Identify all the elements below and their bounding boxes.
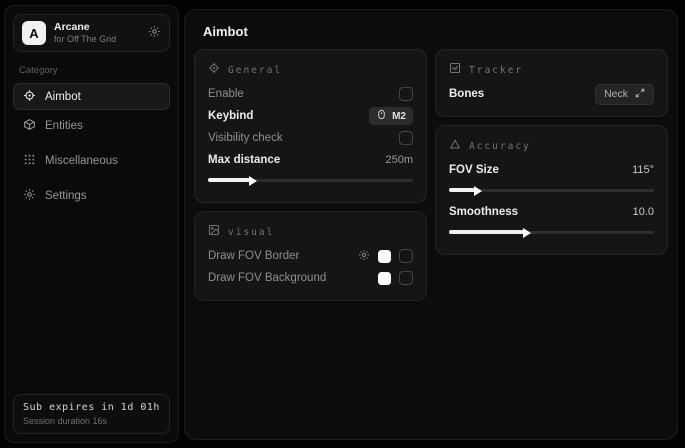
tracker-card: Tracker Bones Neck [435,49,668,117]
subscription-info: Sub expires in 1d 01h Session duration 1… [13,394,170,434]
card-title: visual [228,227,274,238]
bones-label: Bones [449,88,484,100]
triangle-icon [449,137,461,155]
slider-fill [449,188,476,192]
activity-chart-icon [449,61,461,79]
draw-fov-background-label: Draw FOV Background [208,272,326,284]
draw-fov-background-row: Draw FOV Background [208,267,413,289]
fov-border-settings-button[interactable] [358,249,370,264]
visibility-check-checkbox[interactable] [399,131,413,145]
visibility-check-label: Visibility check [208,132,283,144]
cube-icon [23,118,36,134]
smoothness-value: 10.0 [633,206,654,218]
sidebar-item-aimbot[interactable]: Aimbot [13,83,170,110]
dots-grid-icon [23,153,36,169]
page-title: Aimbot [185,10,677,49]
sidebar-item-label: Aimbot [45,91,81,103]
fov-size-slider[interactable] [449,185,654,195]
app-subtitle: for Off The Grid [54,34,140,45]
sidebar-item-miscellaneous[interactable]: Miscellaneous [13,147,170,174]
brand-header: A Arcane for Off The Grid [13,14,170,52]
sidebar: A Arcane for Off The Grid Category Aimbo… [4,5,179,443]
visibility-check-row: Visibility check [208,127,413,149]
slider-thumb[interactable] [474,186,482,196]
draw-fov-border-label: Draw FOV Border [208,250,299,262]
gear-icon [358,249,370,264]
enable-checkbox[interactable] [399,87,413,101]
max-distance-slider[interactable] [208,175,413,185]
fov-size-row: FOV Size 115° [449,159,654,181]
slider-thumb[interactable] [523,228,531,238]
keybind-label: Keybind [208,110,253,122]
fov-size-label: FOV Size [449,164,499,176]
accuracy-card: Accuracy FOV Size 115° Smoothness 10.0 [435,125,668,255]
app-name: Arcane [54,21,140,34]
bones-value: Neck [604,88,628,100]
keybind-value: M2 [392,111,406,122]
fov-border-color-swatch[interactable] [378,250,391,263]
bones-row: Bones Neck [449,83,654,105]
keybind-row: Keybind M2 [208,105,413,127]
main-panel: Aimbot General Enable Keybind [184,9,678,440]
sidebar-item-label: Entities [45,120,83,132]
sidebar-item-entities[interactable]: Entities [13,112,170,139]
logo-letter: A [29,26,38,41]
crosshair-icon [23,89,36,105]
fov-size-value: 115° [632,164,654,176]
sidebar-item-settings[interactable]: Settings [13,182,170,209]
slider-fill [449,230,525,234]
session-duration-text: Session duration 16s [23,416,160,426]
max-distance-row: Max distance 250m [208,149,413,171]
smoothness-row: Smoothness 10.0 [449,201,654,223]
keybind-button[interactable]: M2 [369,107,413,125]
expand-icon [635,88,645,101]
enable-label: Enable [208,88,244,100]
bones-select[interactable]: Neck [595,84,654,105]
draw-fov-border-row: Draw FOV Border [208,245,413,267]
slider-thumb[interactable] [249,176,257,186]
settings-gear-button[interactable] [148,25,161,41]
fov-background-color-swatch[interactable] [378,272,391,285]
fov-border-checkbox[interactable] [399,249,413,263]
card-title: Tracker [469,65,523,76]
image-icon [208,223,220,241]
smoothness-slider[interactable] [449,227,654,237]
mouse-icon [376,109,387,123]
crosshair-icon [208,61,220,79]
fov-background-checkbox[interactable] [399,271,413,285]
card-title: Accuracy [469,141,531,152]
smoothness-label: Smoothness [449,206,518,218]
max-distance-label: Max distance [208,154,280,166]
enable-row: Enable [208,83,413,105]
visual-card: visual Draw FOV Border [194,211,427,301]
sidebar-item-label: Miscellaneous [45,155,118,167]
gear-icon [148,25,161,41]
general-card: General Enable Keybind M2 Visi [194,49,427,203]
sub-expires-text: Sub expires in 1d 01h [23,402,160,413]
card-title: General [228,65,282,76]
sidebar-item-label: Settings [45,190,87,202]
app-logo: A [22,21,46,45]
category-label: Category [19,65,164,76]
slider-fill [208,178,251,182]
max-distance-value: 250m [385,154,413,166]
gear-icon [23,188,36,204]
